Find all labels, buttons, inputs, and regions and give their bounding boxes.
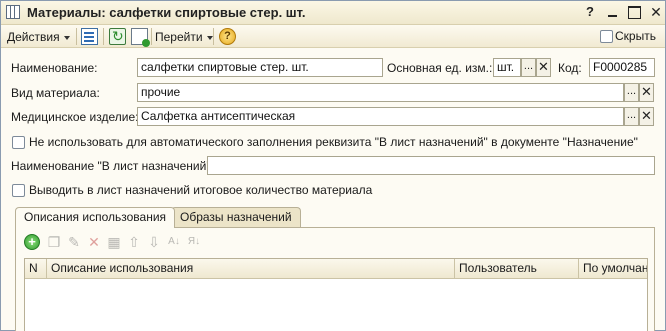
output-total-label: Выводить в лист назначений итоговое коли…: [29, 183, 373, 197]
toolbar-divider: [151, 28, 152, 45]
help-button[interactable]: ?: [219, 28, 236, 45]
output-total-checkbox[interactable]: [12, 184, 25, 197]
code-label: Код:: [558, 61, 582, 75]
material-type-input[interactable]: прочие: [137, 83, 624, 102]
delete-icon[interactable]: ✕: [86, 234, 102, 250]
column-header-default[interactable]: По умолчанию: [579, 259, 647, 279]
material-type-label: Вид материала:: [11, 86, 100, 100]
toolbar: Действия Перейти ? Скрыть: [1, 25, 665, 48]
goto-menu-button[interactable]: Перейти: [155, 28, 213, 46]
move-down-icon[interactable]: ⇩: [146, 234, 162, 250]
toolbar-divider: [103, 28, 104, 45]
clear-icon[interactable]: ✕: [639, 83, 654, 102]
toolbar-divider: [76, 28, 77, 45]
maximize-icon[interactable]: [625, 4, 643, 21]
chevron-down-icon: [63, 35, 70, 40]
tab-usage-descriptions[interactable]: Описания использования: [15, 207, 176, 228]
no-autofill-checkbox[interactable]: [12, 136, 25, 149]
chevron-down-icon: [206, 35, 213, 40]
sheet-name-input[interactable]: [207, 156, 655, 175]
medical-device-select-button[interactable]: ...: [624, 107, 639, 126]
name-label: Наименование:: [11, 61, 98, 75]
catalog-icon: [6, 5, 20, 19]
actions-menu-button[interactable]: Действия: [7, 28, 70, 46]
unit-select-button[interactable]: ...: [521, 58, 536, 77]
material-type-select-button[interactable]: ...: [624, 83, 639, 102]
actions-label: Действия: [7, 30, 60, 44]
move-up-icon[interactable]: ⇧: [126, 234, 142, 250]
refresh-icon[interactable]: [109, 28, 126, 45]
help-icon[interactable]: ?: [581, 4, 599, 21]
list-icon[interactable]: [81, 28, 98, 45]
column-header-n[interactable]: N: [25, 259, 47, 279]
sort-descending-icon[interactable]: Я↓: [186, 234, 202, 250]
code-input[interactable]: F0000285: [589, 58, 655, 77]
tab-assignment-images[interactable]: Образы назначений: [171, 207, 301, 227]
copy-row-icon[interactable]: ❐: [46, 234, 62, 250]
goto-label: Перейти: [155, 30, 203, 44]
toolbar-divider: [213, 28, 214, 45]
hide-checkbox[interactable]: [600, 30, 613, 43]
column-header-description[interactable]: Описание использования: [47, 259, 455, 279]
title-bar: Материалы: салфетки спиртовые стер. шт. …: [1, 1, 665, 25]
sort-ascending-icon[interactable]: A↓: [166, 234, 182, 250]
end-edit-icon[interactable]: ▦: [106, 234, 122, 250]
table-header: N Описание использования Пользователь По…: [25, 259, 647, 279]
unit-label: Основная ед. изм.:: [387, 61, 493, 75]
clear-icon[interactable]: ✕: [536, 58, 551, 77]
materials-window: Материалы: салфетки спиртовые стер. шт. …: [0, 0, 666, 331]
edit-icon[interactable]: ✎: [66, 234, 82, 250]
no-autofill-label: Не использовать для автоматического запо…: [29, 135, 638, 149]
window-title: Материалы: салфетки спиртовые стер. шт.: [27, 5, 306, 20]
medical-device-label: Медицинское изделие:: [11, 110, 139, 124]
column-header-user[interactable]: Пользователь: [455, 259, 579, 279]
copy-icon[interactable]: [131, 28, 150, 47]
sheet-name-label: Наименование "В лист назначений":: [11, 159, 214, 173]
usage-descriptions-panel: + ❐ ✎ ✕ ▦ ⇧ ⇩ A↓ Я↓ N Описание использов…: [15, 227, 655, 331]
clear-icon[interactable]: ✕: [639, 107, 654, 126]
close-icon[interactable]: ✕: [647, 4, 665, 21]
unit-input[interactable]: шт.: [493, 58, 521, 77]
minimize-icon[interactable]: [604, 4, 622, 21]
add-row-icon[interactable]: +: [24, 234, 40, 250]
usage-table: N Описание использования Пользователь По…: [24, 258, 648, 331]
name-input[interactable]: салфетки спиртовые стер. шт.: [137, 58, 383, 77]
medical-device-input[interactable]: Салфетка антисептическая: [137, 107, 624, 126]
hide-label: Скрыть: [615, 29, 656, 43]
